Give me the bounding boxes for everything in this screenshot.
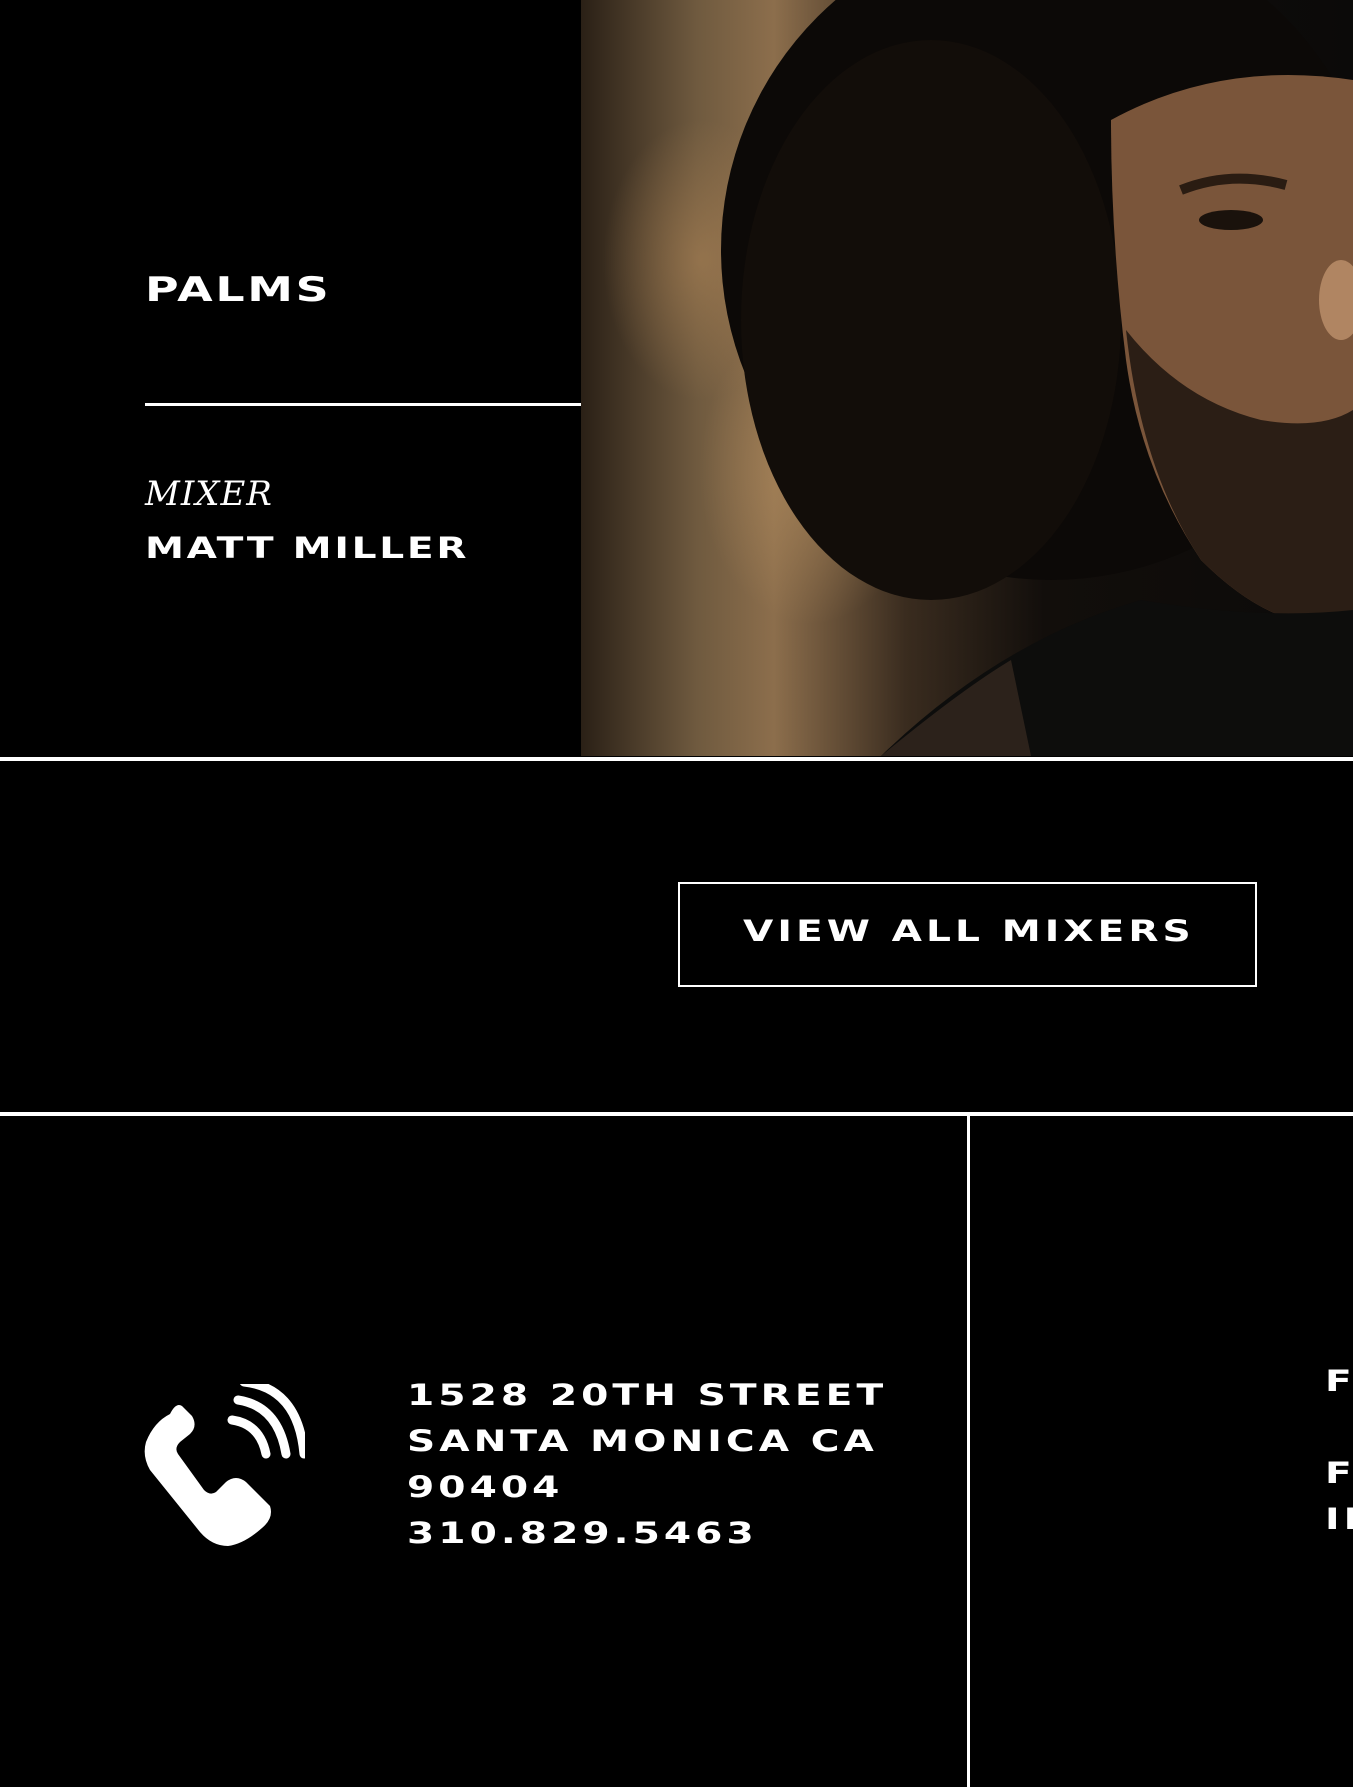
- right-column-line-3: IN: [1325, 1502, 1353, 1536]
- role-label: MIXER: [145, 474, 273, 514]
- address-line-street: 1528 20TH STREET: [407, 1378, 888, 1412]
- address-line-city: SANTA MONICA CA: [407, 1424, 878, 1458]
- address-line-zip: 90404: [407, 1470, 564, 1504]
- view-all-mixers-label: VIEW ALL MIXERS: [743, 914, 1195, 948]
- footer-column-divider: [967, 1116, 970, 1787]
- right-column-line-2: F: [1325, 1456, 1353, 1490]
- hero-photo: [581, 0, 1353, 756]
- section-divider-1: [0, 757, 1353, 761]
- portrait-image: [721, 0, 1353, 756]
- right-column-text: F F IN: [1325, 1358, 1353, 1542]
- contact-address: 1528 20TH STREET SANTA MONICA CA 90404 3…: [407, 1372, 883, 1556]
- section-divider-2: [0, 1112, 1353, 1116]
- person-name: MATT MILLER: [145, 531, 470, 565]
- view-all-mixers-button[interactable]: VIEW ALL MIXERS: [678, 882, 1257, 987]
- phone-link[interactable]: 310.829.5463: [407, 1516, 758, 1550]
- page-title: PALMS: [145, 270, 332, 310]
- right-column-line-1: F: [1325, 1364, 1353, 1398]
- phone-icon: [144, 1384, 305, 1546]
- hero-section: PALMS MIXER MATT MILLER: [0, 0, 1353, 756]
